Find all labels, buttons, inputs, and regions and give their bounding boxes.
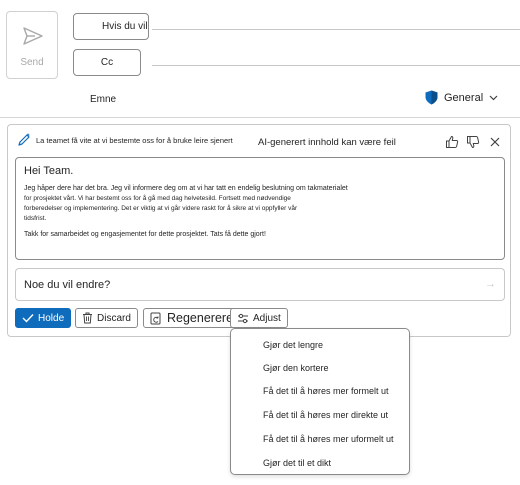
menu-item-casual[interactable]: Få det til å høres mer uformelt ut (231, 429, 409, 449)
copilot-pen-icon (18, 133, 30, 146)
draft-paragraph-2: Takk for samarbeidet og engasjementet fo… (24, 231, 266, 238)
thumbs-up-button[interactable] (444, 134, 460, 150)
send-label: Send (20, 57, 44, 68)
sensitivity-label: General (444, 91, 484, 104)
sliders-icon (238, 313, 248, 323)
discard-label: Discard (97, 312, 131, 324)
discard-button[interactable]: Discard (75, 308, 138, 328)
trash-icon (83, 312, 92, 324)
draft-text[interactable]: Hei Team. Jeg håper dere har det bra. Je… (15, 157, 505, 260)
menu-item-formal[interactable]: Få det til å høres mer formelt ut (231, 381, 409, 401)
draft-paragraph-1: Jeg håper dere har det bra. Jeg vil info… (24, 184, 496, 224)
submit-arrow-icon[interactable]: → (485, 278, 496, 290)
thumbs-down-button[interactable] (465, 134, 481, 150)
cc-field[interactable] (152, 65, 520, 66)
draft-line: tidsfrist. (24, 215, 47, 222)
regenerate-icon (150, 312, 161, 324)
draft-greeting: Hei Team. (24, 165, 74, 177)
adjust-menu: Gjør det lengre Gjør den kortere Få det … (230, 328, 410, 475)
menu-item-shorter[interactable]: Gjør den kortere (231, 358, 409, 378)
draft-line: for prosjektet vårt. Vi har bestemt oss … (24, 195, 291, 202)
shield-icon (425, 90, 438, 105)
thumbs-down-icon (467, 136, 480, 149)
cc-button[interactable]: Cc (73, 49, 141, 76)
chevron-down-icon (489, 95, 498, 100)
ai-disclaimer: AI-generert innhold kan være feil (258, 137, 396, 148)
adjust-label: Adjust (253, 312, 281, 324)
menu-item-direct[interactable]: Få det til å høres mer direkte ut (231, 405, 409, 425)
to-button[interactable]: Hvis du vil (73, 13, 149, 40)
send-button[interactable]: Send (6, 11, 58, 79)
keep-button[interactable]: Holde (15, 308, 72, 328)
close-button[interactable] (487, 134, 503, 150)
menu-item-poem[interactable]: Gjør det til et dikt (231, 453, 409, 473)
menu-item-longer[interactable]: Gjør det lengre (231, 335, 409, 355)
to-field[interactable] (152, 29, 520, 30)
prompt-text: La teamet få vite at vi bestemte oss for… (36, 135, 233, 145)
draft-line: Jeg håper dere har det bra. Jeg vil info… (24, 185, 348, 192)
copilot-prompt: La teamet få vite at vi bestemte oss for… (16, 132, 233, 148)
send-icon (23, 27, 43, 45)
thumbs-up-icon (446, 135, 459, 148)
draft-line: forberedelser og implementering. Det er … (24, 205, 298, 212)
sensitivity-dropdown[interactable]: General (425, 90, 498, 105)
keep-label: Holde (38, 312, 65, 324)
adjust-button[interactable]: Adjust (230, 308, 288, 328)
regenerate-label: Regenerere (167, 311, 234, 325)
checkmark-icon (22, 314, 34, 323)
header-divider (0, 117, 520, 118)
regenerate-button[interactable]: Regenerere (143, 308, 241, 328)
subject-label: Emne (90, 94, 117, 105)
change-request-input[interactable]: Noe du vil endre? → (15, 268, 505, 301)
change-placeholder: Noe du vil endre? (24, 278, 111, 291)
close-icon (490, 137, 500, 147)
